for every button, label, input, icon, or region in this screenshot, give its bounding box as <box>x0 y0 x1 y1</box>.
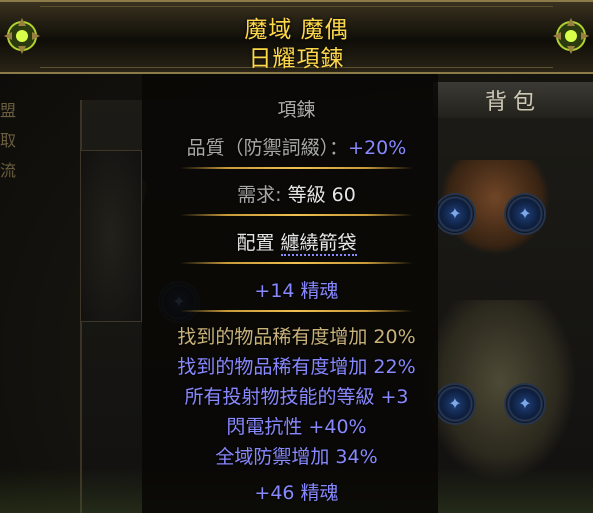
separator <box>180 262 413 264</box>
item-base-type: 日耀項鍊 <box>248 46 345 72</box>
implicit-mod: +14 精魂 <box>254 280 339 302</box>
requirements-label: 需求: <box>237 184 288 206</box>
requirements-value: 等級 60 <box>287 184 356 206</box>
explicit-mod: 全域防禦增加 34% <box>215 446 378 468</box>
allocate-line: 配置 纏繞箭袋 <box>0 228 593 256</box>
quality-label: 品質（防禦詞綴）： <box>186 137 349 159</box>
item-tooltip: 魔域 魔偶 日耀項鍊 項鍊 品質（防禦詞綴）：+20% 需求: 等級 60 配置… <box>0 0 593 513</box>
separator <box>180 310 413 312</box>
explicit-mod: 找到的物品稀有度增加 22% <box>177 356 416 378</box>
item-class: 項鍊 <box>277 99 316 121</box>
quality-value: +20% <box>348 137 407 159</box>
tooltip-header: 魔域 魔偶 日耀項鍊 <box>0 0 593 74</box>
explicit-mod: 閃電抗性 +40% <box>226 416 367 438</box>
separator <box>180 167 413 169</box>
explicit-mod: 所有投射物技能的等級 +3 <box>184 386 409 408</box>
requirements-line: 需求: 等級 60 <box>0 180 593 207</box>
quality-line: 品質（防禦詞綴）：+20% <box>0 133 593 160</box>
separator <box>180 214 413 216</box>
allocate-value[interactable]: 纏繞箭袋 <box>280 232 357 256</box>
explicit-mod: +46 精魂 <box>254 482 339 504</box>
crafted-mod: 找到的物品稀有度增加 20% <box>177 326 416 348</box>
allocate-label: 配置 <box>236 232 281 254</box>
